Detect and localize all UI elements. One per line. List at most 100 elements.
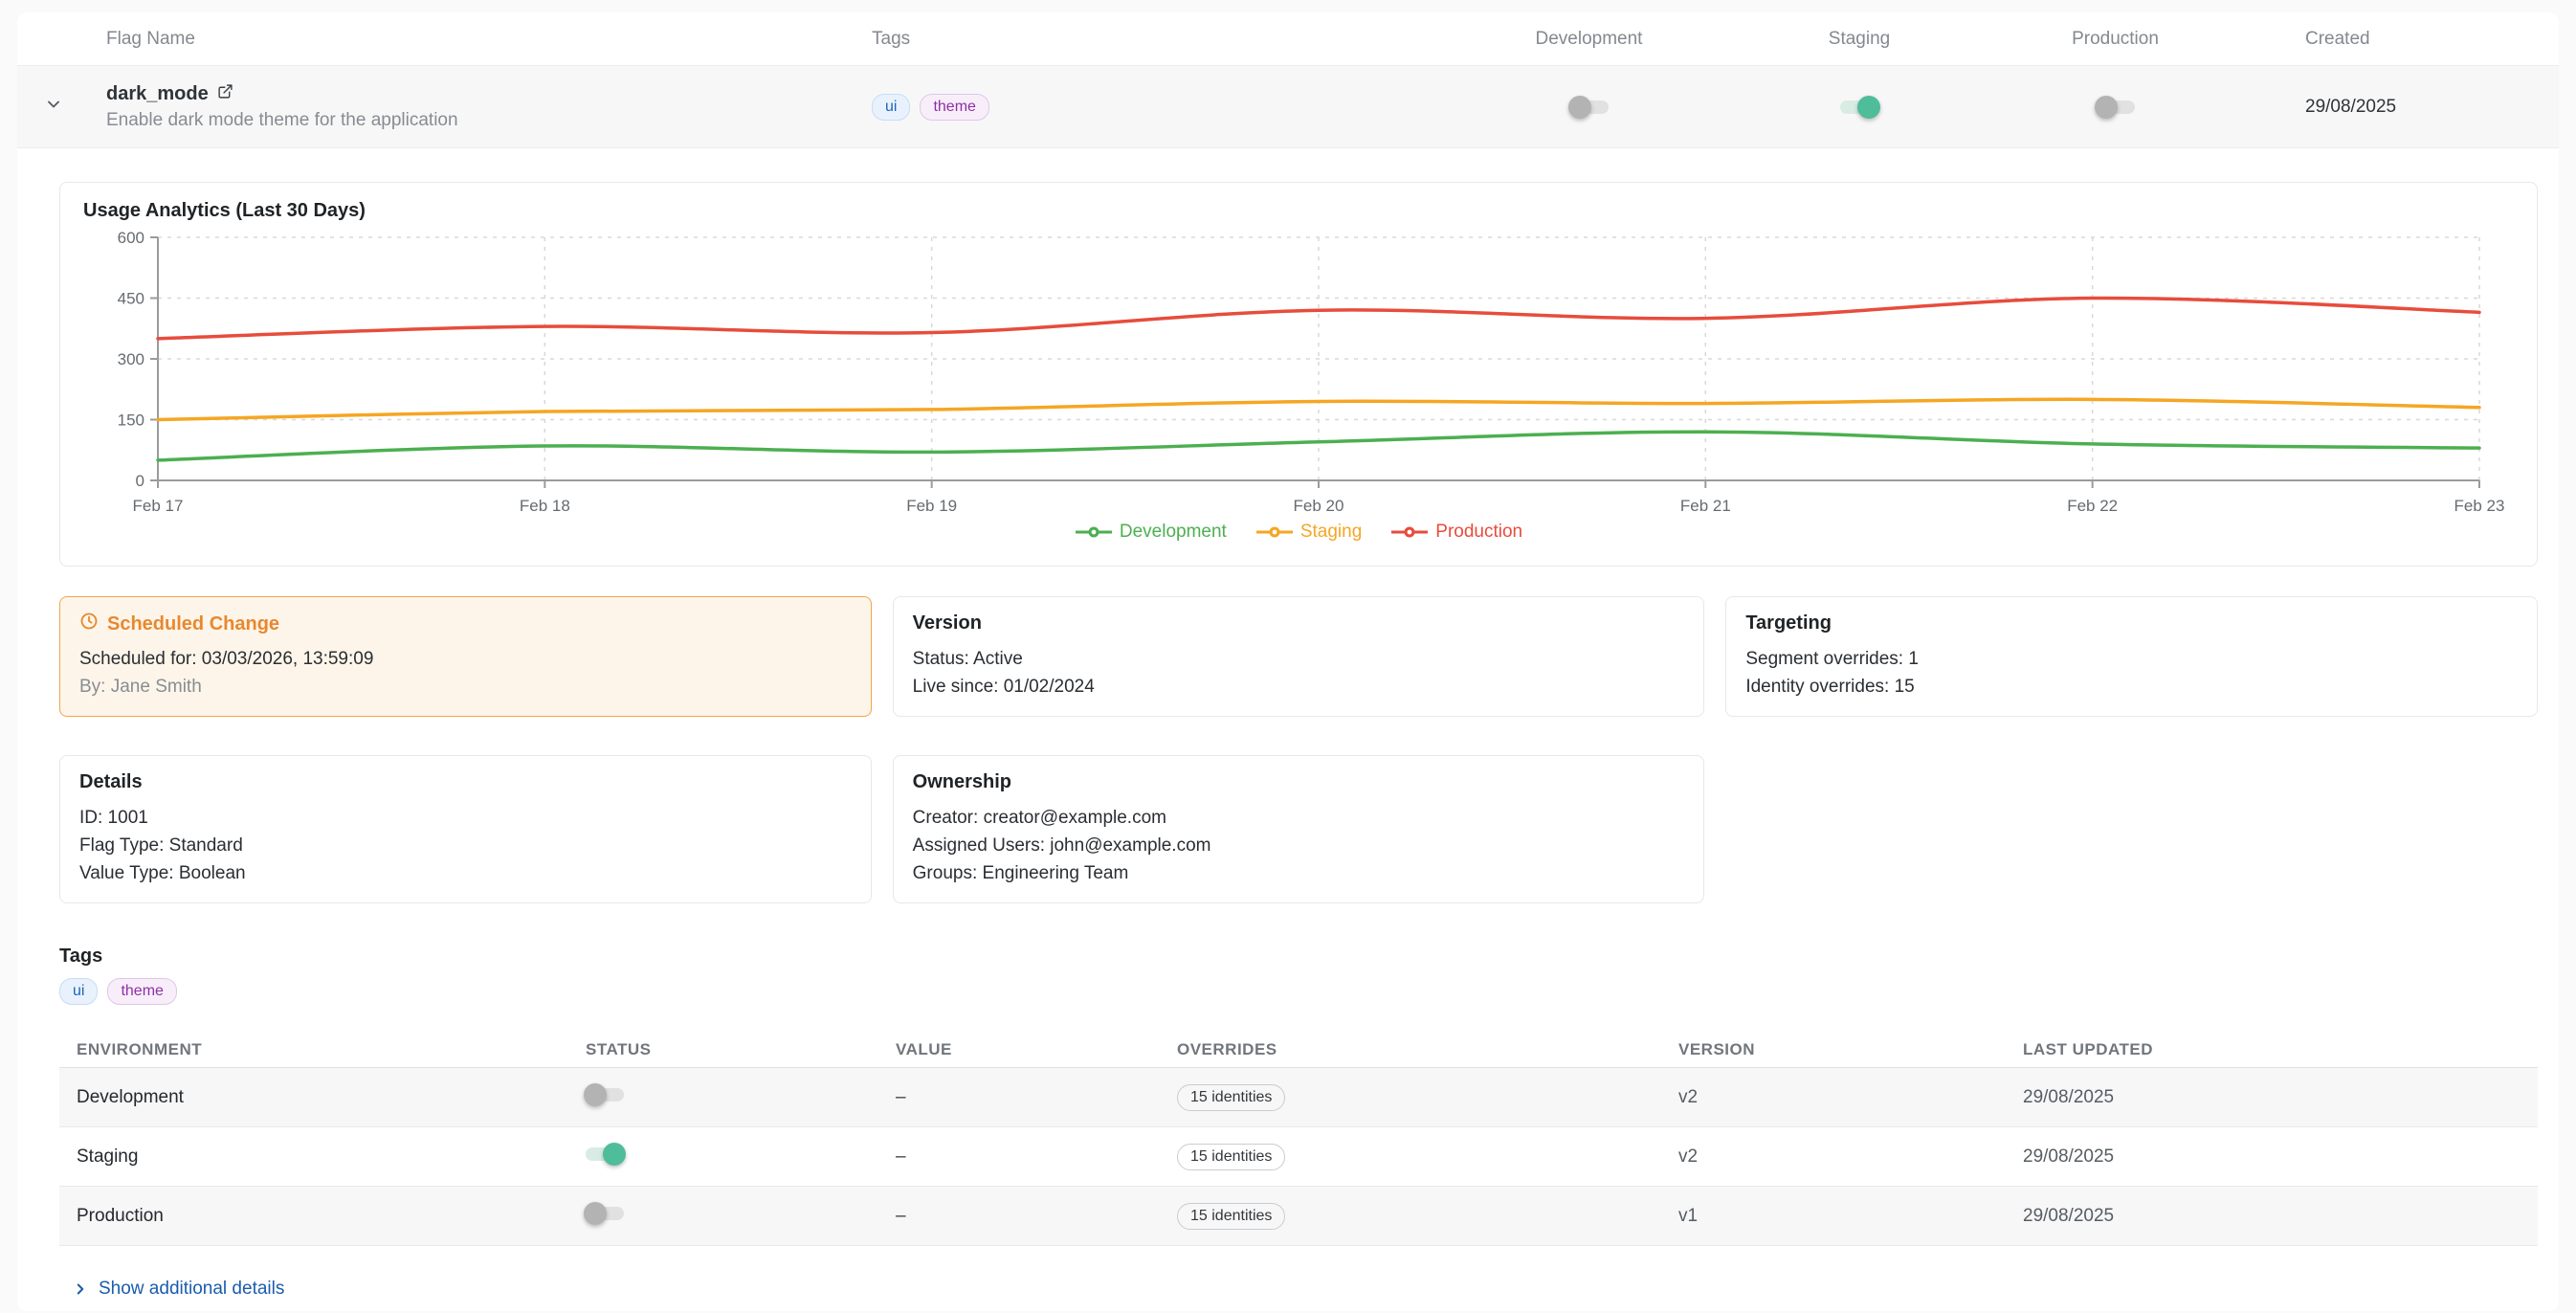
env-toggle-development[interactable] — [586, 1088, 624, 1102]
toggle-knob — [584, 1083, 607, 1106]
tag-pill-ui[interactable]: ui — [59, 978, 98, 1005]
series-line-staging — [158, 399, 2479, 419]
env-column-value: VALUE — [878, 1040, 1160, 1059]
details-card-line: ID: 1001 — [79, 804, 852, 832]
tags-section-title: Tags — [59, 946, 2538, 968]
legend-item-staging[interactable]: Staging — [1255, 522, 1362, 543]
x-tick-label: Feb 17 — [133, 497, 184, 515]
env-status-cell — [568, 1088, 878, 1106]
details-card-line: Value Type: Boolean — [79, 859, 852, 887]
external-link-icon[interactable] — [217, 83, 233, 105]
usage-analytics-card: Usage Analytics (Last 30 Days) 015030045… — [59, 182, 2538, 567]
env-status-cell — [568, 1147, 878, 1166]
targeting-card-lines: Segment overrides: 1Identity overrides: … — [1745, 645, 2518, 701]
x-tick-label: Feb 23 — [2454, 497, 2505, 515]
env-row-development: Development–15 identitiesv229/08/2025 — [59, 1068, 2538, 1127]
scheduled-change-card: Scheduled Change Scheduled for: 03/03/20… — [59, 596, 872, 717]
x-tick-label: Feb 21 — [1680, 497, 1731, 515]
env-row-staging: Staging–15 identitiesv229/08/2025 — [59, 1127, 2538, 1187]
toggle-knob — [1857, 96, 1880, 119]
env-status-cell — [568, 1207, 878, 1225]
legend-marker-icon — [1075, 523, 1113, 541]
ownership-card-line: Assigned Users: john@example.com — [913, 832, 1685, 859]
tags-section: Tags uitheme — [59, 946, 2538, 1005]
env-column-last-updated: LAST UPDATED — [2006, 1040, 2538, 1059]
env-last-updated: 29/08/2025 — [2006, 1206, 2538, 1227]
show-additional-details-link[interactable]: Show additional details — [72, 1279, 2538, 1300]
legend-label: Staging — [1300, 522, 1362, 543]
targeting-card-line: Segment overrides: 1 — [1745, 645, 2518, 673]
env-overrides-cell: 15 identities — [1160, 1084, 1661, 1111]
production-toggle[interactable] — [2097, 100, 2135, 114]
legend-item-development[interactable]: Development — [1075, 522, 1227, 543]
details-card-lines: ID: 1001Flag Type: StandardValue Type: B… — [79, 804, 852, 887]
env-value: – — [878, 1087, 1160, 1108]
env-toggle-production[interactable] — [586, 1207, 624, 1220]
env-value: – — [878, 1206, 1160, 1227]
env-row-production: Production–15 identitiesv129/08/2025 — [59, 1187, 2538, 1246]
y-tick-label: 450 — [118, 290, 144, 308]
x-tick-label: Feb 19 — [906, 497, 957, 515]
env-toggle-staging[interactable] — [586, 1147, 624, 1161]
identities-overrides-badge[interactable]: 15 identities — [1177, 1084, 1285, 1111]
y-tick-label: 150 — [118, 412, 144, 430]
chart-title: Usage Analytics (Last 30 Days) — [83, 198, 2514, 223]
ownership-card-line: Creator: creator@example.com — [913, 804, 1685, 832]
environments-table: ENVIRONMENT STATUS VALUE OVERRIDES VERSI… — [59, 1032, 2538, 1246]
clock-icon — [79, 612, 99, 636]
flag-table-header: Flag Name Tags Development Staging Produ… — [17, 12, 2559, 66]
toggle-knob — [2095, 96, 2118, 119]
details-card-line: Flag Type: Standard — [79, 832, 852, 859]
flag-name-cell: dark_mode Enable dark mode theme for the… — [89, 83, 855, 131]
column-staging: Staging — [1716, 29, 2003, 50]
chevron-down-icon — [44, 95, 63, 119]
column-created: Created — [2228, 29, 2559, 50]
empty-grid-cell — [1725, 755, 2538, 903]
env-overrides-cell: 15 identities — [1160, 1203, 1661, 1230]
expand-collapse-button[interactable] — [17, 95, 89, 119]
series-line-development — [158, 432, 2479, 460]
flag-detail-section: Usage Analytics (Last 30 Days) 015030045… — [17, 182, 2559, 1311]
x-tick-label: Feb 22 — [2067, 497, 2118, 515]
tags-section-pills: uitheme — [59, 978, 2538, 1005]
env-column-version: VERSION — [1661, 1040, 2006, 1059]
legend-label: Production — [1435, 522, 1522, 543]
scheduled-by-text: By: Jane Smith — [79, 673, 852, 701]
chevron-right-icon — [72, 1280, 89, 1298]
details-card-title: Details — [79, 770, 852, 793]
targeting-card: Targeting Segment overrides: 1Identity o… — [1725, 596, 2538, 717]
x-tick-label: Feb 20 — [1294, 497, 1344, 515]
flag-name[interactable]: dark_mode — [106, 83, 209, 105]
chart-legend: Development Staging Production — [83, 516, 2514, 548]
identities-overrides-badge[interactable]: 15 identities — [1177, 1203, 1285, 1230]
column-flag-name: Flag Name — [89, 29, 855, 50]
env-name: Development — [59, 1087, 568, 1108]
tag-pill-ui[interactable]: ui — [872, 94, 910, 121]
staging-toggle-cell — [1716, 100, 2003, 114]
development-toggle-cell — [1462, 100, 1716, 114]
identities-overrides-badge[interactable]: 15 identities — [1177, 1144, 1285, 1170]
flag-row-tags: uitheme — [855, 94, 1462, 121]
tag-pill-theme[interactable]: theme — [107, 978, 176, 1005]
legend-item-production[interactable]: Production — [1390, 522, 1522, 543]
column-production: Production — [2003, 29, 2228, 50]
targeting-card-title: Targeting — [1745, 612, 2518, 634]
env-name: Staging — [59, 1146, 568, 1168]
environments-table-body: Development–15 identitiesv229/08/2025Sta… — [59, 1068, 2538, 1246]
feature-flag-panel: Flag Name Tags Development Staging Produ… — [17, 12, 2559, 1311]
env-column-status: STATUS — [568, 1040, 878, 1059]
staging-toggle[interactable] — [1840, 100, 1878, 114]
tag-pill-theme[interactable]: theme — [920, 94, 988, 121]
flag-row-dark-mode: dark_mode Enable dark mode theme for the… — [17, 66, 2559, 148]
details-card: Details ID: 1001Flag Type: StandardValue… — [59, 755, 872, 903]
development-toggle[interactable] — [1570, 100, 1609, 114]
env-last-updated: 29/08/2025 — [2006, 1146, 2538, 1168]
environments-table-header: ENVIRONMENT STATUS VALUE OVERRIDES VERSI… — [59, 1032, 2538, 1068]
column-development: Development — [1462, 29, 1716, 50]
production-toggle-cell — [2003, 100, 2228, 114]
series-line-production — [158, 298, 2479, 338]
show-additional-details-label: Show additional details — [99, 1279, 284, 1300]
toggle-knob — [603, 1143, 626, 1166]
created-date: 29/08/2025 — [2228, 97, 2559, 118]
env-name: Production — [59, 1206, 568, 1227]
